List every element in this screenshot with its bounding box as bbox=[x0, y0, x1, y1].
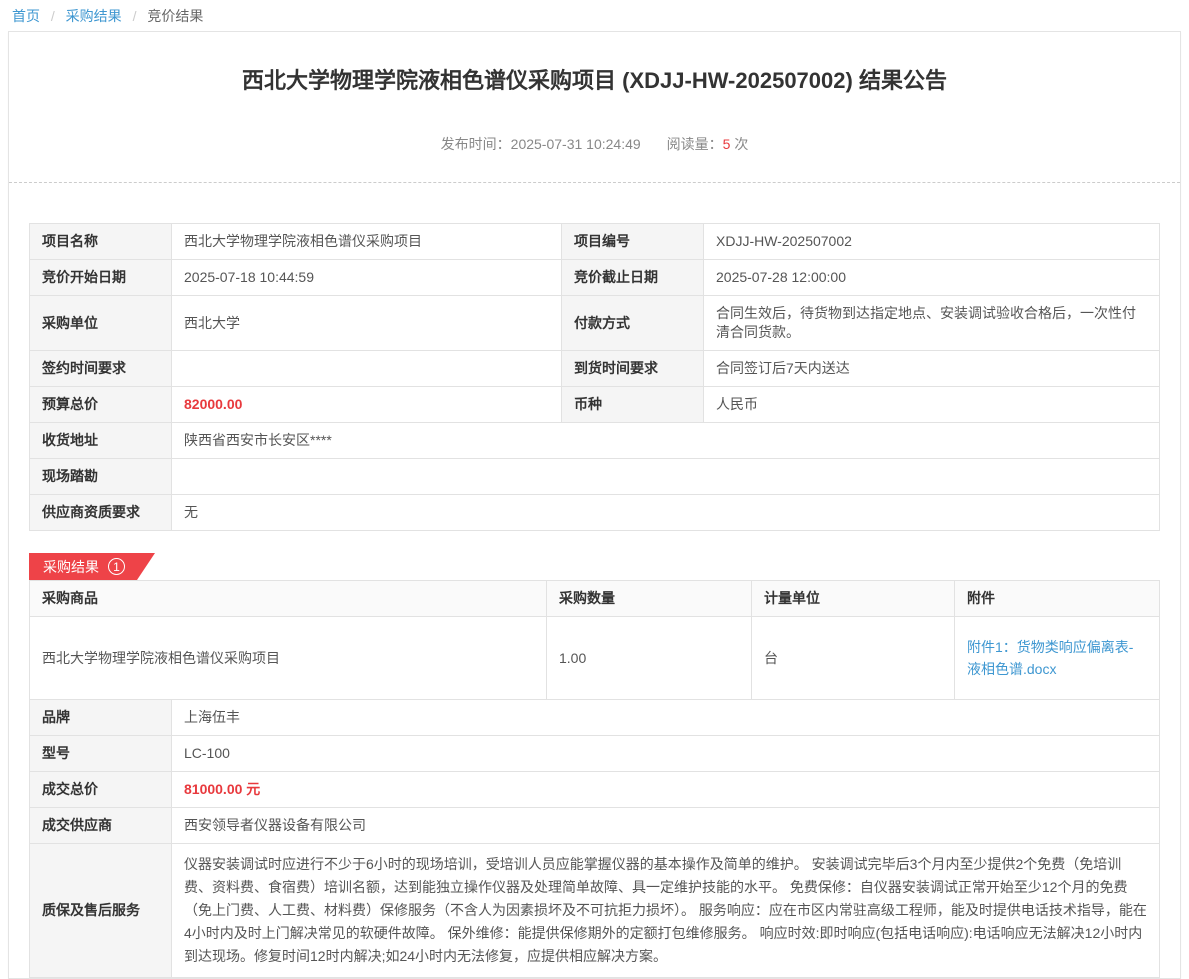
brand-value: 上海伍丰 bbox=[172, 700, 1160, 736]
payment-method-value: 合同生效后，待货物到达指定地点、安装调试验收合格后，一次性付清合同货款。 bbox=[704, 296, 1160, 351]
views-count: 5 bbox=[723, 136, 731, 152]
delivery-time-value: 合同签订后7天内送达 bbox=[704, 351, 1160, 387]
attachment-cell: 附件1：货物类响应偏离表-液相色谱.docx bbox=[955, 617, 1160, 700]
table-row: 签约时间要求 到货时间要求 合同签订后7天内送达 bbox=[30, 351, 1160, 387]
warranty-service-label: 质保及售后服务 bbox=[30, 844, 172, 978]
delivery-address-value: 陕西省西安市长安区**** bbox=[172, 423, 1160, 459]
breadcrumb-separator: / bbox=[51, 8, 55, 24]
table-row: 质保及售后服务 仪器安装调试时应进行不少于6小时的现场培训，受培训人员应能掌握仪… bbox=[30, 844, 1160, 978]
purchaser-value: 西北大学 bbox=[172, 296, 562, 351]
table-row: 现场踏勘 bbox=[30, 459, 1160, 495]
badge-count: 1 bbox=[108, 558, 125, 575]
purchaser-label: 采购单位 bbox=[30, 296, 172, 351]
announcement-body: 项目名称 西北大学物理学院液相色谱仪采购项目 项目编号 XDJJ-HW-2025… bbox=[9, 183, 1180, 978]
announcement-card: 西北大学物理学院液相色谱仪采购项目 (XDJJ-HW-202507002) 结果… bbox=[8, 31, 1181, 979]
site-survey-label: 现场踏勘 bbox=[30, 459, 172, 495]
publish-meta: 发布时间：2025-07-31 10:24:49 阅读量：5 次 bbox=[9, 134, 1180, 154]
breadcrumb: 首页 / 采购结果 / 竞价结果 bbox=[0, 0, 1189, 31]
signing-time-label: 签约时间要求 bbox=[30, 351, 172, 387]
project-name-value: 西北大学物理学院液相色谱仪采购项目 bbox=[172, 224, 562, 260]
table-row: 项目名称 西北大学物理学院液相色谱仪采购项目 项目编号 XDJJ-HW-2025… bbox=[30, 224, 1160, 260]
winning-supplier-label: 成交供应商 bbox=[30, 808, 172, 844]
supplier-qualification-label: 供应商资质要求 bbox=[30, 495, 172, 531]
quantity-cell: 1.00 bbox=[547, 617, 752, 700]
table-row: 西北大学物理学院液相色谱仪采购项目 1.00 台 附件1：货物类响应偏离表-液相… bbox=[30, 617, 1160, 700]
payment-method-label: 付款方式 bbox=[562, 296, 704, 351]
bid-end-label: 竞价截止日期 bbox=[562, 260, 704, 296]
views-label: 阅读量： bbox=[667, 136, 723, 152]
budget-total-label: 预算总价 bbox=[30, 387, 172, 423]
table-row: 采购单位 西北大学 付款方式 合同生效后，待货物到达指定地点、安装调试验收合格后… bbox=[30, 296, 1160, 351]
quantity-column-header: 采购数量 bbox=[547, 581, 752, 617]
supplier-qualification-value: 无 bbox=[172, 495, 1160, 531]
page-title: 西北大学物理学院液相色谱仪采购项目 (XDJJ-HW-202507002) 结果… bbox=[9, 32, 1180, 96]
table-header-row: 采购商品 采购数量 计量单位 附件 bbox=[30, 581, 1160, 617]
publish-time-label: 发布时间： bbox=[441, 136, 511, 152]
views-unit: 次 bbox=[734, 136, 748, 152]
attachment-column-header: 附件 bbox=[955, 581, 1160, 617]
deal-total-label: 成交总价 bbox=[30, 772, 172, 808]
badge-label: 采购结果 bbox=[43, 557, 99, 577]
result-items-table: 采购商品 采购数量 计量单位 附件 西北大学物理学院液相色谱仪采购项目 1.00… bbox=[29, 580, 1160, 700]
project-name-label: 项目名称 bbox=[30, 224, 172, 260]
model-value: LC-100 bbox=[172, 736, 1160, 772]
table-row: 成交供应商 西安领导者仪器设备有限公司 bbox=[30, 808, 1160, 844]
site-survey-value bbox=[172, 459, 1160, 495]
project-code-value: XDJJ-HW-202507002 bbox=[704, 224, 1160, 260]
result-detail-table: 品牌 上海伍丰 型号 LC-100 成交总价 81000.00 元 成交供应商 … bbox=[29, 699, 1160, 978]
signing-time-value bbox=[172, 351, 562, 387]
deal-total-value: 81000.00 元 bbox=[172, 772, 1160, 808]
brand-label: 品牌 bbox=[30, 700, 172, 736]
bid-end-value: 2025-07-28 12:00:00 bbox=[704, 260, 1160, 296]
budget-total-value: 82000.00 bbox=[172, 387, 562, 423]
procurement-result-badge: 采购结果 1 bbox=[29, 553, 155, 580]
project-code-label: 项目编号 bbox=[562, 224, 704, 260]
model-label: 型号 bbox=[30, 736, 172, 772]
attachment-link[interactable]: 附件1：货物类响应偏离表-液相色谱.docx bbox=[967, 639, 1133, 677]
table-row: 型号 LC-100 bbox=[30, 736, 1160, 772]
publish-time-value: 2025-07-31 10:24:49 bbox=[511, 136, 641, 152]
table-row: 供应商资质要求 无 bbox=[30, 495, 1160, 531]
table-row: 收货地址 陕西省西安市长安区**** bbox=[30, 423, 1160, 459]
currency-value: 人民币 bbox=[704, 387, 1160, 423]
warranty-service-value: 仪器安装调试时应进行不少于6小时的现场培训，受培训人员应能掌握仪器的基本操作及简… bbox=[172, 844, 1160, 978]
product-column-header: 采购商品 bbox=[30, 581, 547, 617]
product-name-cell: 西北大学物理学院液相色谱仪采购项目 bbox=[30, 617, 547, 700]
breadcrumb-current-page: 竞价结果 bbox=[147, 8, 203, 24]
breadcrumb-results-link[interactable]: 采购结果 bbox=[66, 8, 122, 24]
table-row: 预算总价 82000.00 币种 人民币 bbox=[30, 387, 1160, 423]
table-row: 品牌 上海伍丰 bbox=[30, 700, 1160, 736]
bid-start-value: 2025-07-18 10:44:59 bbox=[172, 260, 562, 296]
breadcrumb-home-link[interactable]: 首页 bbox=[12, 8, 40, 24]
currency-label: 币种 bbox=[562, 387, 704, 423]
table-row: 竞价开始日期 2025-07-18 10:44:59 竞价截止日期 2025-0… bbox=[30, 260, 1160, 296]
bid-start-label: 竞价开始日期 bbox=[30, 260, 172, 296]
project-info-table: 项目名称 西北大学物理学院液相色谱仪采购项目 项目编号 XDJJ-HW-2025… bbox=[29, 223, 1160, 531]
unit-cell: 台 bbox=[752, 617, 955, 700]
breadcrumb-separator: / bbox=[133, 8, 137, 24]
delivery-time-label: 到货时间要求 bbox=[562, 351, 704, 387]
delivery-address-label: 收货地址 bbox=[30, 423, 172, 459]
unit-column-header: 计量单位 bbox=[752, 581, 955, 617]
winning-supplier-value: 西安领导者仪器设备有限公司 bbox=[172, 808, 1160, 844]
table-row: 成交总价 81000.00 元 bbox=[30, 772, 1160, 808]
